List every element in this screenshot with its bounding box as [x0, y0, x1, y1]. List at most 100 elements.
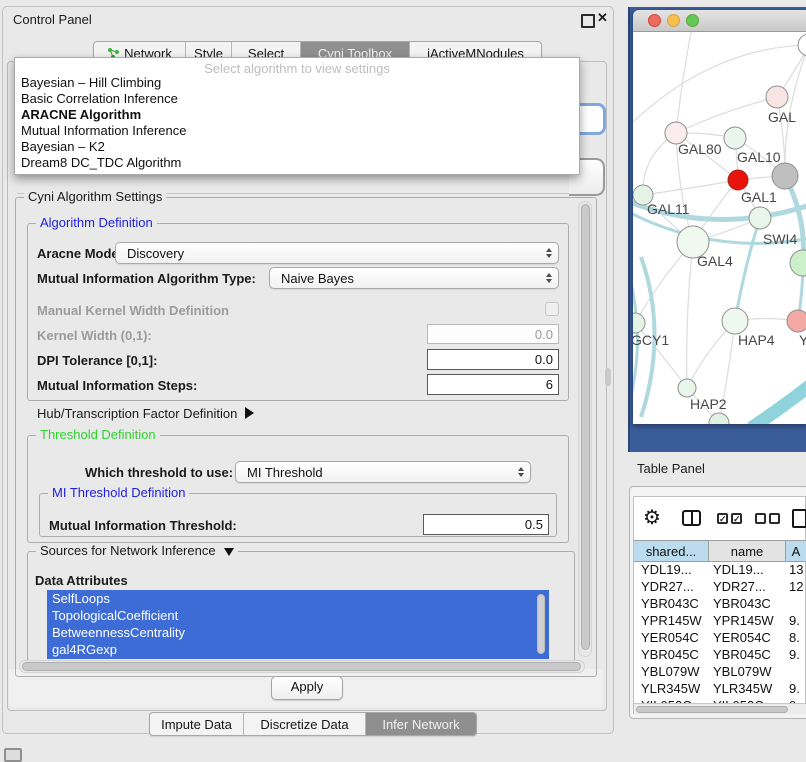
float-window-icon[interactable]: [581, 14, 595, 28]
network-node-label: GAL11: [647, 201, 690, 217]
network-node-label: GAL80: [678, 141, 722, 157]
which-threshold-combobox[interactable]: MI Threshold: [235, 461, 531, 483]
table-row[interactable]: YBL079WYBL079W: [634, 664, 806, 681]
mi-type-value: Naive Bayes: [281, 271, 354, 286]
dock-panel-icon[interactable]: [4, 748, 22, 762]
settings-vscrollbar-thumb[interactable]: [581, 204, 590, 650]
aracne-mode-value: Discovery: [127, 246, 184, 261]
table-cell: YDL19...: [641, 562, 692, 577]
network-node-SWI4[interactable]: [749, 207, 771, 229]
table-rows: YDL19...YDL19...13YDR27...YDR27...12YBR0…: [634, 562, 806, 703]
table-hscrollbar[interactable]: [634, 703, 806, 714]
attribute-list-item[interactable]: SelfLoops: [47, 590, 549, 607]
network-node-GAL1[interactable]: [728, 170, 748, 190]
dpi-tolerance-field[interactable]: 0.0: [427, 349, 559, 370]
minimize-window-icon[interactable]: [667, 14, 680, 27]
table-cell: 8.: [789, 630, 800, 645]
tab-impute-data[interactable]: Impute Data: [150, 713, 244, 735]
dropdown-item[interactable]: Dream8 DC_TDC Algorithm: [15, 155, 579, 171]
network-node[interactable]: [772, 163, 798, 189]
dropdown-item[interactable]: Bayesian – Hill Climbing: [15, 75, 579, 91]
manual-kernel-label: Manual Kernel Width Definition: [37, 303, 229, 318]
bottom-tabbar: Impute DataDiscretize DataInfer Network: [149, 712, 477, 736]
table-cell: YLR345W: [641, 681, 700, 696]
close-panel-icon[interactable]: ✕: [597, 10, 608, 26]
gear-icon[interactable]: ⚙: [643, 505, 661, 530]
mi-type-combobox[interactable]: Naive Bayes: [269, 267, 559, 289]
column-header-name[interactable]: name: [709, 540, 786, 562]
checked-box-icon[interactable]: ✓: [717, 513, 728, 524]
dropdown-item[interactable]: Basic Correlation Inference: [15, 91, 579, 107]
hub-definition-toggle[interactable]: Hub/Transcription Factor Definition: [37, 406, 254, 421]
column-header-A[interactable]: A: [786, 540, 806, 562]
network-node-label: GCY1: [633, 332, 669, 348]
settings-vscrollbar[interactable]: [578, 201, 592, 657]
table-row[interactable]: YPR145WYPR145W9.: [634, 613, 806, 630]
table-cell: YER054C: [641, 630, 699, 645]
table-row[interactable]: YDR27...YDR27...12: [634, 579, 806, 596]
network-node-label: HAP2: [690, 396, 727, 412]
table-row[interactable]: YBR043CYBR043C: [634, 596, 806, 613]
dropdown-item[interactable]: ARACNE Algorithm: [15, 107, 579, 123]
settings-hscrollbar-thumb[interactable]: [22, 662, 581, 671]
zoom-window-icon[interactable]: [686, 14, 699, 27]
network-node-label: Y: [799, 332, 806, 348]
algorithm-dropdown-popup: Select algorithm to view settings Bayesi…: [14, 57, 580, 175]
attributes-vscrollbar-thumb[interactable]: [537, 594, 545, 654]
attribute-list-item[interactable]: TopologicalCoefficient: [47, 607, 549, 624]
network-node-Y[interactable]: [787, 310, 806, 332]
network-edge: [735, 218, 760, 321]
network-canvas[interactable]: GALGAL80GAL10GAL1GAL11SWI4GAL4GCY1HAP4YH…: [633, 32, 806, 424]
network-node-GAL[interactable]: [766, 86, 788, 108]
unchecked-box-icon[interactable]: [769, 513, 780, 524]
unchecked-box-icon[interactable]: [755, 513, 766, 524]
mi-threshold-field[interactable]: 0.5: [423, 514, 549, 535]
table-row[interactable]: YDL19...YDL19...13: [634, 562, 806, 579]
network-node[interactable]: [790, 250, 806, 276]
network-node-label: HAP4: [738, 332, 775, 348]
tab-discretize-data[interactable]: Discretize Data: [244, 713, 366, 735]
attribute-list-item[interactable]: gal4RGexp: [47, 641, 549, 658]
screen: Control Panel ✕ NetworkStyleSelectCyni T…: [0, 0, 806, 762]
control-panel-title: Control Panel: [13, 12, 92, 27]
network-view-window: GALGAL80GAL10GAL1GAL11SWI4GAL4GCY1HAP4YH…: [633, 10, 806, 424]
close-window-icon[interactable]: [648, 14, 661, 27]
panel-splitter-grip[interactable]: [605, 368, 611, 386]
table-row[interactable]: YLR345WYLR345W9.: [634, 681, 806, 698]
network-node[interactable]: [798, 34, 806, 56]
apply-button[interactable]: Apply: [271, 676, 343, 700]
manual-kernel-checkbox[interactable]: [545, 302, 559, 316]
data-attributes-label: Data Attributes: [35, 573, 128, 588]
table-cell: YBR045C: [641, 647, 699, 662]
sources-group-title[interactable]: Sources for Network Inference: [36, 543, 238, 558]
table-export-icon[interactable]: [792, 509, 806, 528]
mi-steps-field[interactable]: 6: [427, 374, 559, 395]
table-row[interactable]: YER054CYER054C8.: [634, 630, 806, 647]
tab-infer-network[interactable]: Infer Network: [366, 713, 476, 735]
columns-icon[interactable]: [682, 510, 701, 526]
network-node-HAP2[interactable]: [678, 379, 696, 397]
network-node-GCY1[interactable]: [633, 313, 645, 333]
column-header-shared[interactable]: shared...: [634, 540, 709, 562]
settings-hscrollbar[interactable]: [19, 660, 585, 673]
dropdown-item[interactable]: Bayesian – K2: [15, 139, 579, 155]
network-node-HAP4[interactable]: [722, 308, 748, 334]
which-threshold-label: Which threshold to use:: [85, 465, 233, 480]
table-cell: 9.: [789, 647, 800, 662]
network-node-label: GAL1: [741, 189, 777, 205]
table-cell: YLR345W: [713, 681, 772, 696]
aracne-mode-label: Aracne Mode:: [37, 246, 123, 261]
network-node-label: GAL: [768, 109, 796, 125]
kernel-width-field[interactable]: 0.0: [427, 324, 559, 344]
network-window-titlebar[interactable]: [633, 10, 806, 32]
table-hscrollbar-thumb[interactable]: [636, 706, 788, 713]
table-row[interactable]: YBR045CYBR045C9.: [634, 647, 806, 664]
attribute-list-item[interactable]: BetweennessCentrality: [47, 624, 549, 641]
checked-box-icon[interactable]: ✓: [731, 513, 742, 524]
dropdown-item[interactable]: Mutual Information Inference: [15, 123, 579, 139]
data-attributes-list[interactable]: SelfLoopsTopologicalCoefficientBetweenne…: [47, 590, 549, 659]
threshold-definition-title: Threshold Definition: [36, 427, 160, 442]
table-cell: 13: [789, 562, 803, 577]
network-node-GAL10[interactable]: [724, 127, 746, 149]
aracne-mode-combobox[interactable]: Discovery: [115, 242, 559, 264]
